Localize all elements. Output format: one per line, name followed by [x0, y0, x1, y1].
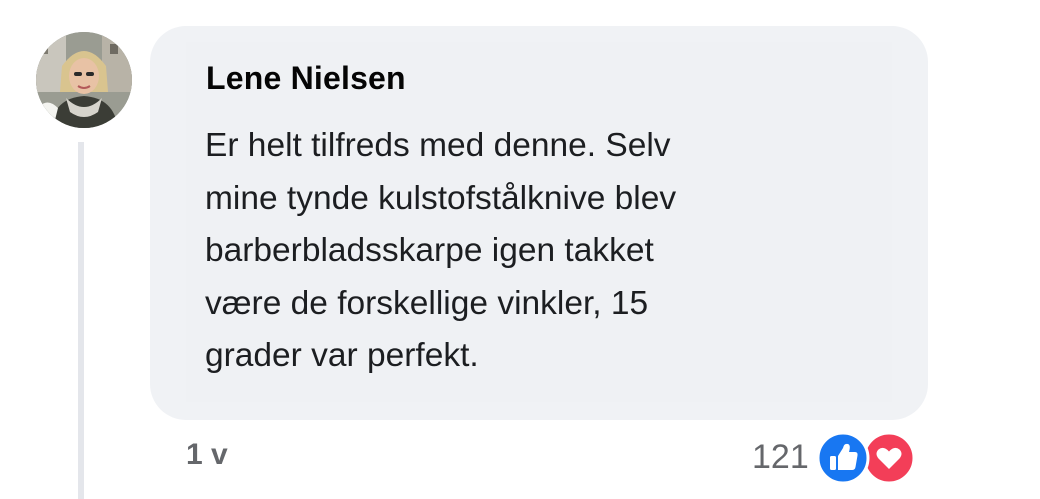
- comment-text-line: mine tynde kulstofstålknive blev: [205, 179, 677, 217]
- comment-author-name[interactable]: Lene Nielsen: [206, 60, 406, 97]
- avatar[interactable]: [36, 32, 132, 128]
- like-icon[interactable]: [816, 431, 870, 485]
- reply-thread-line: [78, 142, 84, 499]
- comment-text-line: barberbladsskarpe igen takket: [205, 232, 654, 269]
- comment-text-line: være de forskellige vinkler, 15: [205, 284, 649, 322]
- comment-text: Er helt tilfreds med denne. Selv mine ty…: [205, 120, 845, 383]
- comment-bubble: Lene Nielsen Er helt tilfreds med denne.…: [150, 26, 928, 420]
- comment-thread: Lene Nielsen Er helt tilfreds med denne.…: [0, 0, 1040, 499]
- love-icon[interactable]: [862, 431, 916, 485]
- reaction-count[interactable]: 121: [752, 438, 809, 477]
- comment-text-line: grader var perfekt.: [205, 337, 479, 374]
- comment-text-line: Er helt tilfreds med denne. Selv: [205, 127, 671, 164]
- comment-timestamp[interactable]: 1 v: [186, 438, 228, 472]
